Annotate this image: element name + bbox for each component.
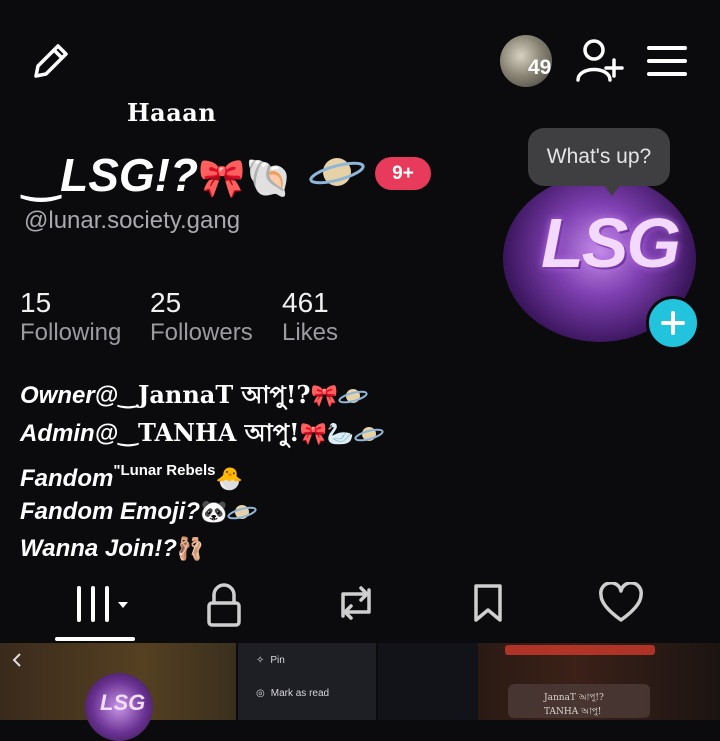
display-name-emoji: 🎀🐚 <box>198 158 293 200</box>
add-story-button[interactable] <box>646 296 700 350</box>
plus-icon <box>661 311 685 335</box>
bio-line-join: Wanna Join!?🩰 <box>20 532 384 565</box>
nickname: Haaan <box>127 98 217 127</box>
avatar-logo-text: LSG <box>541 204 681 282</box>
menu-item-mark-read-label: Mark as read <box>270 688 330 699</box>
tab-videos[interactable] <box>66 580 136 628</box>
display-name: ‿LSG!?🎀🐚 <box>22 148 293 202</box>
visitor-count: 49 <box>528 56 552 79</box>
planet-icon <box>338 383 368 416</box>
planet-icon <box>227 499 257 532</box>
followers-label: Followers <box>150 319 253 346</box>
bio-fandom-emoji-text: Fandom Emoji? <box>20 498 200 525</box>
tab-private[interactable] <box>200 580 248 634</box>
hamburger-icon <box>647 46 687 76</box>
followers-count: 25 <box>150 287 182 318</box>
lock-icon <box>207 583 241 627</box>
chevron-left-icon <box>10 652 24 673</box>
grid-icon <box>77 586 128 622</box>
likes-count: 461 <box>282 287 329 318</box>
stat-followers[interactable]: 25 Followers <box>150 287 253 347</box>
pencil-icon <box>34 44 68 78</box>
tab-liked[interactable] <box>596 580 646 626</box>
tab-reposts[interactable] <box>330 580 382 626</box>
ballet-shoes-icon: 🩰 <box>176 536 205 561</box>
username[interactable]: @lunar.society.gang <box>24 207 240 235</box>
bio-fandom-name: "Lunar Rebels <box>113 462 216 479</box>
status-bubble-tail <box>603 184 621 196</box>
heart-icon <box>599 582 643 622</box>
video-thumbnail[interactable] <box>378 643 478 720</box>
thumbnail-header-bar <box>505 645 655 655</box>
bio-admin-name: TANHA আপু! <box>137 418 300 447</box>
bio-line-owner: Owner@‿JannaT আপু!?🎀 <box>20 378 384 416</box>
bio-owner-name: JannaT আপু!? <box>137 380 311 409</box>
bio-join-text: Wanna Join!? <box>20 535 177 562</box>
menu-item-pin[interactable]: ✧ Pin <box>256 655 285 666</box>
menu-item-mark-read[interactable]: ◎ Mark as read <box>256 688 329 699</box>
menu-item-pin-label: Pin <box>270 655 285 666</box>
add-friend-button[interactable] <box>574 36 626 86</box>
stat-following[interactable]: 15 Following <box>20 287 121 347</box>
bio-line-fandom: Fandom"Lunar Rebels🐣 <box>20 454 384 495</box>
pin-icon: ✧ <box>256 655 265 666</box>
bio-fandom-emoji: 🐣 <box>215 466 243 491</box>
edit-profile-button[interactable] <box>26 36 76 86</box>
menu-button[interactable] <box>644 40 690 82</box>
stat-likes[interactable]: 461 Likes <box>282 287 338 347</box>
bio: Owner@‿JannaT আপু!?🎀 Admin@‿TANHA আপু!🎀🦢… <box>20 378 384 565</box>
thumbnail-row: TANHA আপু! <box>544 707 602 717</box>
following-label: Following <box>20 319 122 346</box>
thumbnail-row: JannaT আপু!? <box>544 693 604 703</box>
status-bubble[interactable]: What's up? <box>528 128 670 186</box>
bookmark-icon <box>474 584 502 622</box>
check-circle-icon: ◎ <box>256 688 265 699</box>
likes-label: Likes <box>282 319 339 346</box>
bio-admin-prefix: Admin@‿ <box>20 420 138 447</box>
bio-fandom-prefix: Fandom <box>20 465 114 492</box>
repost-icon <box>341 586 371 620</box>
thumbnail-logo-text: LSG <box>100 690 146 715</box>
planet-icon <box>354 421 384 454</box>
active-tab-indicator <box>55 637 135 641</box>
bio-admin-emoji: 🎀🦢 <box>299 421 355 446</box>
bio-line-fandom-emoji: Fandom Emoji?🐼 <box>20 495 384 532</box>
bio-owner-prefix: Owner@‿ <box>20 382 138 409</box>
bio-line-admin: Admin@‿TANHA আপু!🎀🦢 <box>20 416 384 454</box>
person-add-icon <box>576 39 624 82</box>
following-count: 15 <box>20 287 52 318</box>
display-name-text: ‿LSG!? <box>22 149 199 201</box>
bio-owner-emoji: 🎀 <box>310 383 338 408</box>
notification-badge[interactable]: 9+ <box>375 157 431 190</box>
tab-favorites[interactable] <box>466 580 510 626</box>
planet-icon <box>308 152 366 197</box>
panda-icon: 🐼 <box>200 499 228 524</box>
